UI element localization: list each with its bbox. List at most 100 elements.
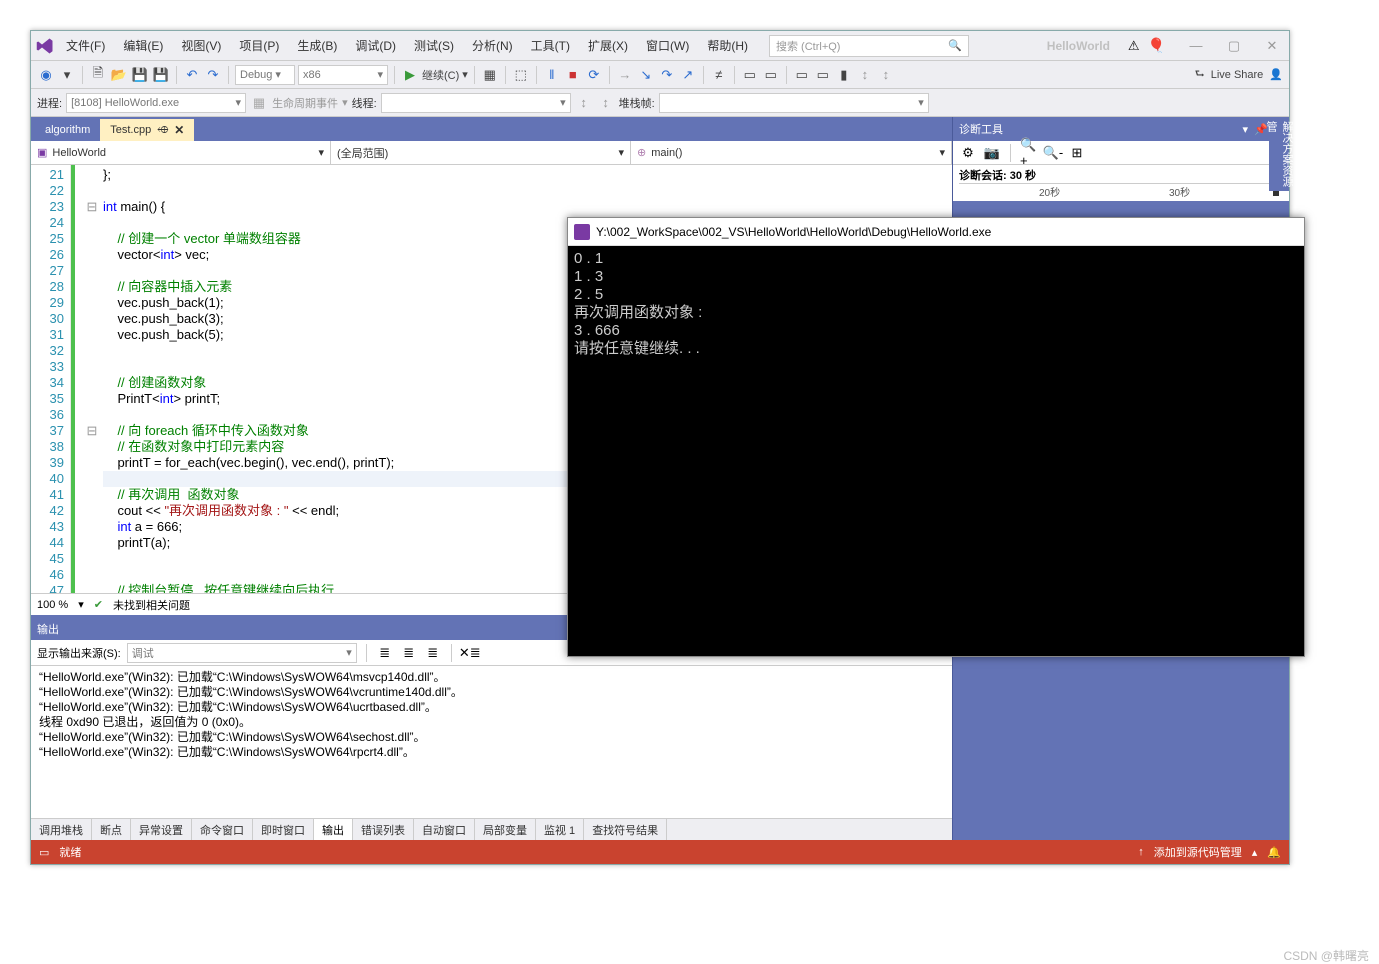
stop-icon[interactable]: ■ xyxy=(564,66,582,84)
nav-scope-dropdown[interactable]: (全局范围)▾ xyxy=(331,141,631,164)
menu-edit[interactable]: 编辑(E) xyxy=(115,33,171,58)
console-titlebar[interactable]: Y:\002_WorkSpace\002_VS\HelloWorld\Hello… xyxy=(568,218,1304,246)
output-body[interactable]: “HelloWorld.exe”(Win32): 已加载“C:\Windows\… xyxy=(31,666,952,818)
undo-icon[interactable]: ↶ xyxy=(183,66,201,84)
solution-explorer-collapsed[interactable]: 解决方案资源管 xyxy=(1269,117,1289,191)
pin-icon[interactable]: ⬲ xyxy=(157,125,168,136)
issues-ok-icon: ✔ xyxy=(94,598,103,611)
process-label: 进程: xyxy=(37,95,62,111)
menu-tools[interactable]: 工具(T) xyxy=(523,33,578,58)
close-button[interactable]: ✕ xyxy=(1259,36,1285,56)
nav-back-icon[interactable]: ◉ xyxy=(37,66,55,84)
nav-fwd-icon[interactable]: ▾ xyxy=(58,66,76,84)
save-icon[interactable]: 💾 xyxy=(131,66,149,84)
user-icon[interactable]: 👤 xyxy=(1269,68,1283,81)
notification-icon[interactable]: 🔔 xyxy=(1267,846,1281,859)
minimize-button[interactable]: — xyxy=(1183,36,1209,56)
config-dropdown[interactable]: Debug▾ xyxy=(235,65,295,85)
maximize-button[interactable]: ▢ xyxy=(1221,36,1247,56)
process-dropdown[interactable]: [8108] HelloWorld.exe▾ xyxy=(66,93,246,113)
misc-icon-6[interactable]: ↕ xyxy=(856,66,874,84)
platform-dropdown[interactable]: x86▾ xyxy=(298,65,388,85)
notify-warn-icon[interactable]: ⚠ xyxy=(1128,38,1140,54)
menu-build[interactable]: 生成(B) xyxy=(289,33,345,58)
liveshare-button[interactable]: Live Share xyxy=(1211,69,1264,81)
diag-zoomout-icon[interactable]: 🔍- xyxy=(1044,144,1062,162)
diag-settings-icon[interactable]: ⚙ xyxy=(959,144,977,162)
btab-autos[interactable]: 自动窗口 xyxy=(414,819,475,840)
new-icon[interactable]: 🗎 xyxy=(89,66,107,84)
saveall-icon[interactable]: 💾 xyxy=(152,66,170,84)
tab-algorithm[interactable]: algorithm xyxy=(35,119,100,141)
nav-func-dropdown[interactable]: ⊕ main()▾ xyxy=(631,141,952,164)
btab-exceptions[interactable]: 异常设置 xyxy=(131,819,192,840)
nav-project-dropdown[interactable]: ▣ HelloWorld▾ xyxy=(31,141,331,164)
flag-icon[interactable]: ▮ xyxy=(835,66,853,84)
menu-ext[interactable]: 扩展(X) xyxy=(580,33,636,58)
stepover-icon[interactable]: ↷ xyxy=(658,66,676,84)
stepinto-icon[interactable]: ↘ xyxy=(637,66,655,84)
misc-icon-1[interactable]: ≠ xyxy=(710,66,728,84)
out-icon-1[interactable]: ≣ xyxy=(376,644,394,662)
out-icon-3[interactable]: ≣ xyxy=(424,644,442,662)
diag-dropdown-icon[interactable]: ▾ xyxy=(1243,123,1249,136)
misc-icon-7[interactable]: ↕ xyxy=(877,66,895,84)
console-body[interactable]: 0 . 11 . 32 . 5再次调用函数对象 :3 . 666请按任意键继续.… xyxy=(568,246,1304,362)
lifecycle-icon[interactable]: ▦ xyxy=(250,94,268,112)
btab-output[interactable]: 输出 xyxy=(314,819,353,840)
btab-breakpoints[interactable]: 断点 xyxy=(92,819,131,840)
btab-command[interactable]: 命令窗口 xyxy=(192,819,253,840)
out-icon-2[interactable]: ≣ xyxy=(400,644,418,662)
menu-project[interactable]: 项目(P) xyxy=(231,33,287,58)
thread-dropdown[interactable]: ▾ xyxy=(381,93,571,113)
redo-icon[interactable]: ↷ xyxy=(204,66,222,84)
source-control-button[interactable]: 添加到源代码管理 xyxy=(1154,844,1242,860)
menu-analyze[interactable]: 分析(N) xyxy=(464,33,521,58)
continue-button[interactable]: 继续(C) xyxy=(422,67,459,83)
thread-icon2[interactable]: ↕ xyxy=(597,94,615,112)
zoom-level[interactable]: 100 % xyxy=(37,599,68,611)
liveshare-icon[interactable]: ⮑ xyxy=(1195,65,1205,84)
misc-icon-3[interactable]: ▭ xyxy=(762,66,780,84)
close-tab-icon[interactable]: ✕ xyxy=(174,123,184,137)
thread-icon[interactable]: ↕ xyxy=(575,94,593,112)
menu-window[interactable]: 窗口(W) xyxy=(638,33,697,58)
out-clear-icon[interactable]: ✕≣ xyxy=(461,644,479,662)
misc-icon-2[interactable]: ▭ xyxy=(741,66,759,84)
btab-locals[interactable]: 局部变量 xyxy=(475,819,536,840)
tool-icon-1[interactable]: ▦ xyxy=(481,66,499,84)
btab-immediate[interactable]: 即时窗口 xyxy=(253,819,314,840)
menu-view[interactable]: 视图(V) xyxy=(173,33,229,58)
output-source-dropdown[interactable]: 调试▾ xyxy=(127,643,357,663)
menu-help[interactable]: 帮助(H) xyxy=(699,33,756,58)
search-input[interactable]: 搜索 (Ctrl+Q) 🔍 xyxy=(769,35,969,57)
feedback-icon[interactable]: 🎈 xyxy=(1148,37,1165,54)
continue-icon[interactable]: ▶ xyxy=(401,66,419,84)
pause-icon[interactable]: ‖ xyxy=(543,66,561,84)
btab-errorlist[interactable]: 错误列表 xyxy=(353,819,414,840)
stack-dropdown[interactable]: ▾ xyxy=(659,93,929,113)
diag-snapshot-icon[interactable]: 📷 xyxy=(983,144,1001,162)
btab-watch1[interactable]: 监视 1 xyxy=(536,819,584,840)
status-dropdown-icon[interactable]: ▴ xyxy=(1252,846,1258,859)
menu-file[interactable]: 文件(F) xyxy=(58,33,113,58)
restart-icon[interactable]: ⟳ xyxy=(585,66,603,84)
diagnostics-header[interactable]: 诊断工具 ▾ 📌 ✕ xyxy=(953,117,1289,141)
btab-findsymbol[interactable]: 查找符号结果 xyxy=(584,819,667,840)
collapse-gutter[interactable]: ⊟ ⊟ xyxy=(85,165,99,593)
tool-icon-2[interactable]: ⬚ xyxy=(512,66,530,84)
open-icon[interactable]: 📂 xyxy=(110,66,128,84)
diag-reset-icon[interactable]: ⊞ xyxy=(1068,144,1086,162)
step-icon[interactable]: → xyxy=(616,66,634,84)
menu-debug[interactable]: 调试(D) xyxy=(347,33,404,58)
misc-icon-5[interactable]: ▭ xyxy=(814,66,832,84)
misc-icon-4[interactable]: ▭ xyxy=(793,66,811,84)
status-up-icon[interactable]: ↑ xyxy=(1138,846,1144,858)
line-numbers: 2122232425262728293031323334353637383940… xyxy=(31,165,71,593)
diag-zoomin-icon[interactable]: 🔍+ xyxy=(1020,144,1038,162)
search-icon: 🔍 xyxy=(948,39,962,52)
btab-callstack[interactable]: 调用堆栈 xyxy=(31,819,92,840)
stepout-icon[interactable]: ↗ xyxy=(679,66,697,84)
tab-test-cpp[interactable]: Test.cpp ⬲ ✕ xyxy=(100,119,194,141)
menu-test[interactable]: 测试(S) xyxy=(406,33,462,58)
